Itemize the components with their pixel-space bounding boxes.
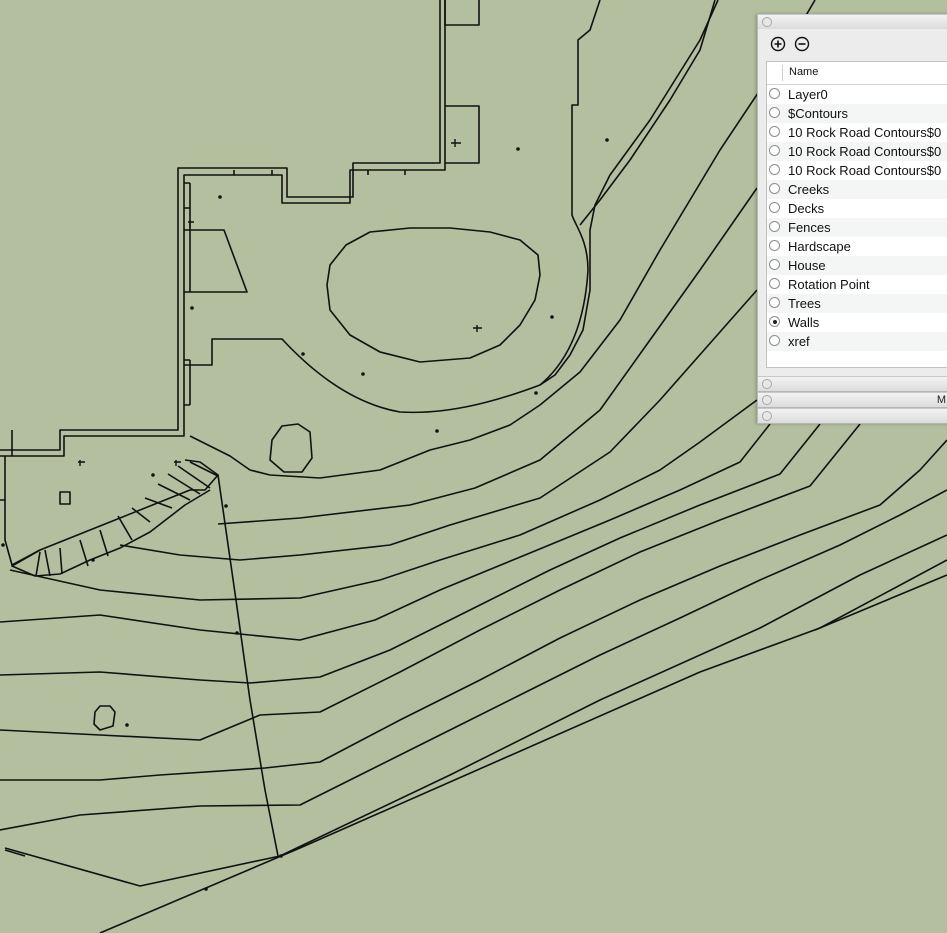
collapsed-panel-titlebar-3[interactable] (758, 408, 947, 424)
layer-row[interactable]: Trees (767, 294, 947, 313)
panel-close-icon[interactable] (762, 411, 772, 421)
layer-row[interactable]: Walls (767, 313, 947, 332)
layer-active-radio[interactable] (769, 259, 780, 270)
layer-row[interactable]: 10 Rock Road Contours$0 (767, 161, 947, 180)
layer-active-radio[interactable] (769, 164, 780, 175)
layers-list[interactable]: Name Layer0 $Contours 10 Rock Road Contour… (766, 61, 947, 368)
layer-active-radio[interactable] (769, 126, 780, 137)
layer-row[interactable]: Fences (767, 218, 947, 237)
layer-active-radio[interactable] (769, 240, 780, 251)
layer-row[interactable]: Hardscape (767, 237, 947, 256)
collapsed-panel-titlebar-2[interactable]: M (758, 392, 947, 408)
panel-close-icon[interactable] (762, 379, 772, 389)
layer-row[interactable]: Creeks (767, 180, 947, 199)
layer-name: xref (788, 334, 810, 349)
panel-close-icon[interactable] (762, 395, 772, 405)
layer-name: Hardscape (788, 239, 851, 254)
layer-row[interactable]: Decks (767, 199, 947, 218)
layer-active-radio[interactable] (769, 202, 780, 213)
layer-name: 10 Rock Road Contours$0 (788, 144, 942, 159)
layer-row[interactable]: Layer0 (767, 85, 947, 104)
layer-row[interactable]: xref (767, 332, 947, 351)
layers-panel: Name Layer0 $Contours 10 Rock Road Contour… (757, 14, 947, 424)
layer-name: Creeks (788, 182, 830, 197)
header-divider (782, 65, 783, 81)
name-column-header[interactable]: Name (789, 66, 818, 78)
layer-name: Walls (788, 315, 820, 330)
layer-active-radio[interactable] (769, 278, 780, 289)
layer-row[interactable]: Rotation Point (767, 275, 947, 294)
layer-active-radio[interactable] (769, 335, 780, 346)
layer-active-radio[interactable] (769, 88, 780, 99)
layer-name: Fences (788, 220, 831, 235)
list-header[interactable]: Name (767, 62, 947, 85)
layer-name: House (788, 258, 826, 273)
layer-row[interactable]: House (767, 256, 947, 275)
layer-name: Trees (788, 296, 821, 311)
layer-name: 10 Rock Road Contours$0 (788, 125, 942, 140)
layer-active-radio[interactable] (769, 221, 780, 232)
layer-name: $Contours (788, 106, 848, 121)
layer-row[interactable]: 10 Rock Road Contours$0 (767, 123, 947, 142)
plus-circle-icon[interactable] (770, 36, 786, 52)
panel-close-icon[interactable] (762, 17, 772, 27)
layer-active-radio[interactable] (769, 316, 780, 327)
layer-active-radio[interactable] (769, 183, 780, 194)
layer-name: 10 Rock Road Contours$0 (788, 163, 942, 178)
layer-active-radio[interactable] (769, 107, 780, 118)
layer-name: Rotation Point (788, 277, 870, 292)
layer-name: Decks (788, 201, 825, 216)
layers-toolbar (758, 29, 947, 59)
layer-row[interactable]: 10 Rock Road Contours$0 (767, 142, 947, 161)
layer-name: Layer0 (788, 87, 828, 102)
panel-titlebar[interactable] (758, 14, 947, 30)
panel-title-fragment: M (936, 394, 946, 406)
layer-active-radio[interactable] (769, 297, 780, 308)
collapsed-panel-titlebar-1[interactable] (758, 376, 947, 392)
layer-active-radio[interactable] (769, 145, 780, 156)
layer-row[interactable]: $Contours (767, 104, 947, 123)
minus-circle-icon[interactable] (794, 36, 810, 52)
